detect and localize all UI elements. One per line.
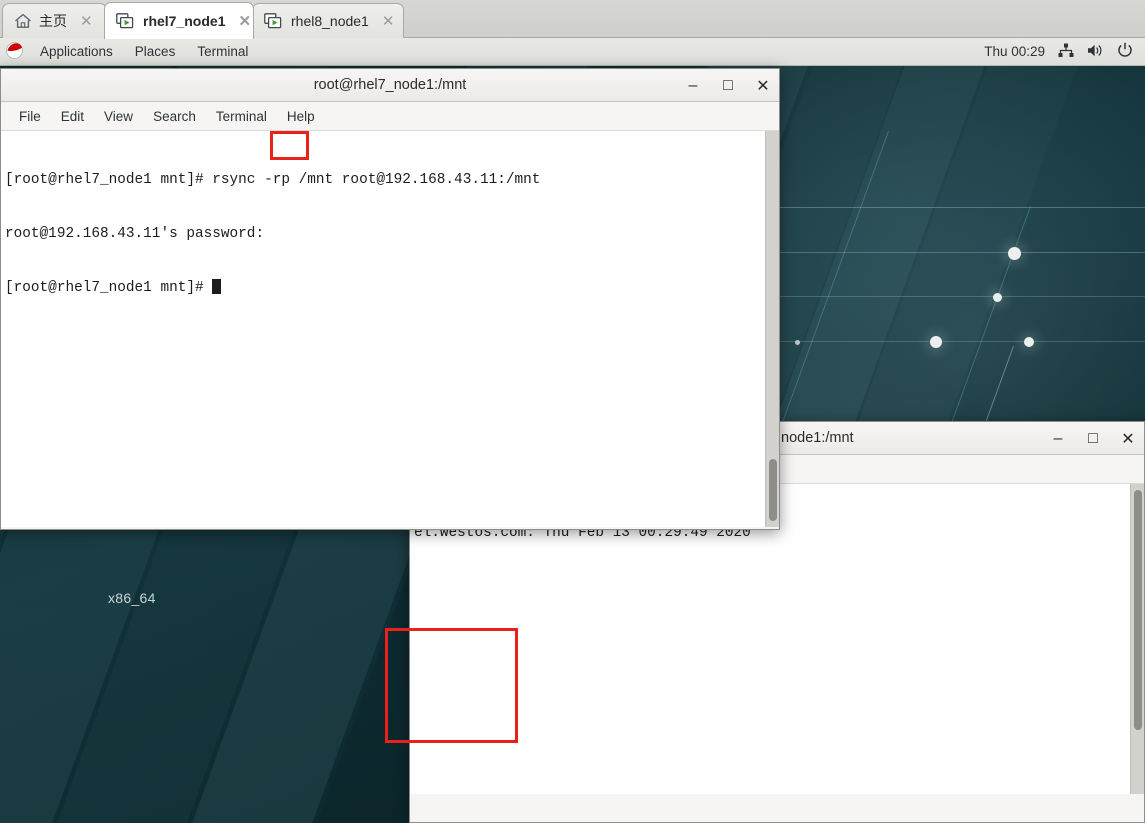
back-term-line [414, 632, 1144, 650]
menu-item-file[interactable]: File [9, 109, 51, 124]
front-term-prompt: [root@rhel7_node1 mnt]# [5, 280, 213, 296]
back-window-controls: – □ ✕ [1051, 422, 1135, 455]
back-term-line [414, 686, 1144, 704]
tab-rhel8-node1[interactable]: rhel8_node1 ✕ [252, 3, 404, 38]
menu-item-view[interactable]: View [94, 109, 143, 124]
menu-item-edit[interactable]: Edit [51, 109, 94, 124]
terminal-cursor [212, 279, 222, 294]
front-window-controls: – □ ✕ [686, 69, 770, 102]
tab-rhel8-node1-label: rhel8_node1 [291, 13, 369, 29]
home-icon [14, 13, 32, 29]
virtual-machine-icon [116, 12, 136, 30]
front-terminal-scrollbar[interactable] [765, 131, 779, 527]
front-close-button[interactable]: ✕ [756, 78, 770, 95]
tab-home-close-icon[interactable]: ✕ [78, 14, 95, 29]
front-minimize-button[interactable]: – [686, 77, 700, 94]
redhat-logo-icon [6, 41, 29, 62]
back-window-title: node1:/mnt [781, 430, 854, 446]
front-window-title: root@rhel7_node1:/mnt [313, 77, 467, 93]
power-icon[interactable] [1117, 42, 1133, 61]
gnome-bar-right: Thu 00:29 [984, 42, 1145, 61]
vm-manager-tabstrip: 主页 ✕ rhel7_node1 ✕ rhel8_node1 ✕ [0, 0, 1145, 39]
back-term-line [414, 578, 1144, 596]
menu-item-search[interactable]: Search [143, 109, 206, 124]
back-terminal-scrollbar[interactable] [1130, 484, 1144, 794]
front-terminal-output[interactable]: [root@rhel7_node1 mnt]# rsync -rp /mnt r… [1, 131, 779, 527]
clock[interactable]: Thu 00:29 [984, 44, 1045, 59]
front-window-titlebar[interactable]: root@rhel7_node1:/mnt – □ ✕ [1, 69, 779, 102]
virtual-machine-icon [264, 12, 284, 30]
front-term-line: root@192.168.43.11's password: [5, 226, 265, 242]
desktop-arch-label: x86_64 [108, 590, 156, 606]
gnome-menu-places[interactable]: Places [124, 44, 187, 59]
front-window-menubar: File Edit View Search Terminal Help [1, 102, 779, 131]
network-icon[interactable] [1058, 43, 1074, 61]
gnome-top-bar: Applications Places Terminal Thu 00:29 [0, 38, 1145, 66]
volume-icon[interactable] [1087, 43, 1104, 61]
menu-item-help[interactable]: Help [277, 109, 325, 124]
front-term-line: [root@rhel7_node1 mnt]# rsync -rp /mnt r… [5, 172, 541, 188]
back-terminal-output[interactable]: el.westos.com: Thu Feb 13 00:29:49 2020 … [410, 484, 1144, 794]
tab-home[interactable]: 主页 ✕ [2, 3, 107, 38]
front-scrollbar-thumb[interactable] [769, 459, 777, 521]
tab-rhel7-node1-label: rhel7_node1 [143, 13, 226, 29]
back-scrollbar-thumb[interactable] [1134, 490, 1142, 730]
gnome-menu-applications[interactable]: Applications [29, 44, 124, 59]
screen-root: 主页 ✕ rhel7_node1 ✕ rhel8_node1 ✕ Applica… [0, 0, 1145, 823]
gnome-bar-left: Applications Places Terminal [0, 41, 259, 62]
back-maximize-button[interactable]: □ [1086, 430, 1100, 447]
front-term-prompt-line: [root@rhel7_node1 mnt]# [5, 279, 779, 297]
tab-rhel8-node1-close-icon[interactable]: ✕ [380, 14, 397, 29]
terminal-window-front[interactable]: root@rhel7_node1:/mnt – □ ✕ File Edit Vi… [0, 68, 780, 530]
gnome-menu-terminal[interactable]: Terminal [186, 44, 259, 59]
tab-home-label: 主页 [39, 13, 67, 29]
back-term-line [414, 740, 1144, 758]
front-maximize-button[interactable]: □ [721, 77, 735, 94]
tab-rhel7-node1[interactable]: rhel7_node1 ✕ [104, 2, 254, 39]
tab-rhel7-node1-close-icon[interactable]: ✕ [236, 14, 253, 29]
menu-item-terminal[interactable]: Terminal [206, 109, 277, 124]
back-close-button[interactable]: ✕ [1121, 431, 1135, 448]
back-minimize-button[interactable]: – [1051, 430, 1065, 447]
